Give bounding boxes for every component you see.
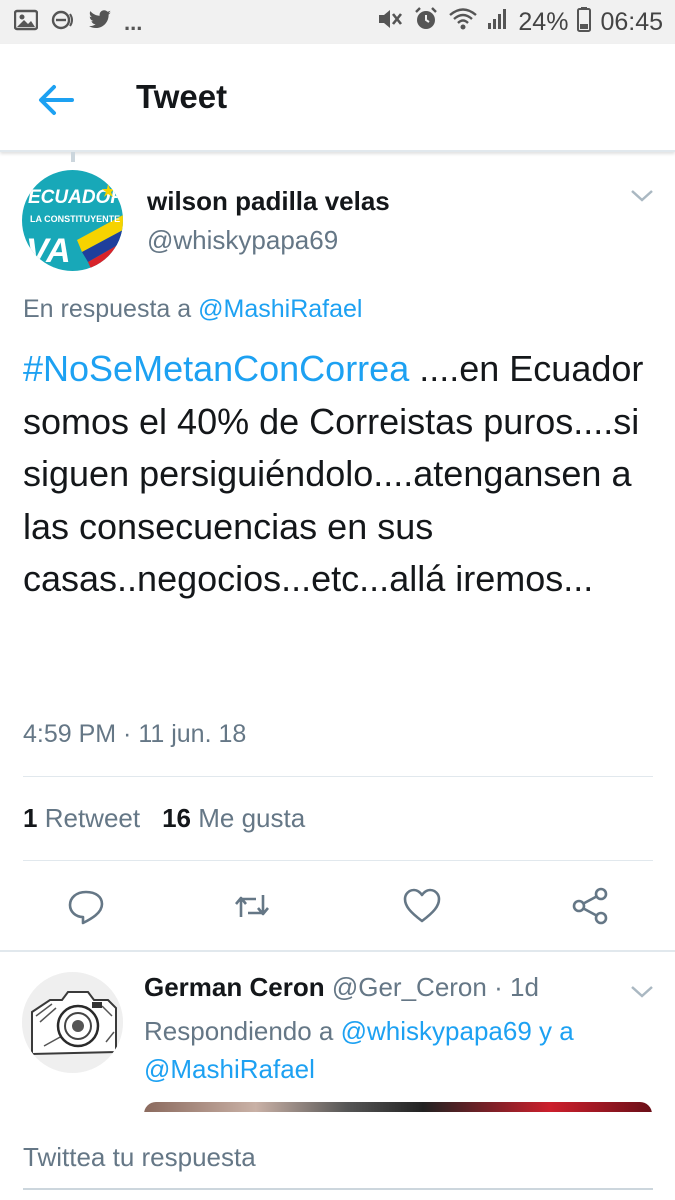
dnd-icon (50, 8, 76, 38)
chevron-down-icon[interactable] (627, 982, 657, 1002)
tweet-timestamp: 4:59 PM · 11 jun. 18 (23, 720, 247, 748)
twitter-icon (88, 10, 112, 36)
alarm-icon (413, 6, 439, 39)
retweet-icon[interactable] (232, 886, 272, 926)
tweet-stats: 1 Retweet 16 Me gusta (23, 803, 305, 834)
share-icon[interactable] (570, 886, 610, 926)
reply-to-link[interactable]: @MashiRafael (198, 295, 362, 323)
reply-context: En respuesta a @MashiRafael (23, 295, 362, 324)
retweets-count: 1 (23, 803, 38, 833)
clock: 06:45 (600, 8, 663, 36)
reply-age: 1d (510, 972, 539, 1002)
hashtag-link[interactable]: #NoSeMetanConCorrea (23, 348, 409, 389)
like-icon[interactable] (402, 886, 442, 926)
status-left: ... (13, 8, 143, 38)
replying-prefix: Respondiendo a (144, 1016, 334, 1046)
chevron-down-icon[interactable] (627, 186, 657, 206)
battery-icon (577, 6, 592, 39)
reply-author-handle[interactable]: @Ger_Ceron (332, 972, 487, 1002)
replying-user-link[interactable]: @whiskypapa69 (341, 1016, 532, 1046)
page-title: Tweet (136, 78, 228, 115)
tweet-body: #NoSeMetanConCorrea ....en Ecuador somos… (23, 343, 653, 606)
composer-underline (23, 1188, 653, 1190)
app-header: Tweet (0, 44, 675, 152)
likes-stat[interactable]: 16 Me gusta (162, 803, 305, 834)
replying-to: Respondiendo a @whiskypapa69 y a @MashiR… (144, 1012, 644, 1088)
retweets-stat[interactable]: 1 Retweet (23, 803, 140, 834)
reply-separator: · (494, 972, 503, 1002)
mute-icon (376, 6, 404, 39)
back-arrow-icon[interactable] (36, 80, 76, 120)
battery-percent: 24% (518, 8, 569, 36)
reply-composer: Twittea tu respuesta (0, 1112, 675, 1200)
avatar[interactable]: ECUADOR LA CONSTITUYENTE VA (22, 170, 123, 271)
image-icon (13, 9, 39, 37)
author-handle[interactable]: @whiskypapa69 (147, 225, 338, 256)
divider (23, 776, 653, 777)
author-name[interactable]: wilson padilla velas (147, 186, 390, 217)
reply-avatar[interactable] (22, 972, 123, 1073)
more-notifications: ... (124, 10, 143, 35)
replying-user-link[interactable]: @MashiRafael (144, 1054, 315, 1084)
reply-prefix: En respuesta a (23, 295, 192, 323)
likes-label: Me gusta (198, 803, 306, 833)
wifi-icon (448, 7, 478, 38)
divider (23, 860, 653, 861)
thread-line (71, 152, 75, 162)
signal-icon (487, 7, 509, 38)
svg-text:LA CONSTITUYENTE: LA CONSTITUYENTE (30, 214, 120, 224)
reply-icon[interactable] (66, 886, 106, 926)
retweets-label: Retweet (44, 803, 141, 833)
section-divider (0, 950, 675, 952)
reply-header: German Ceron @Ger_Ceron · 1d (144, 972, 539, 1003)
status-right: 24% 06:45 (376, 6, 663, 39)
tweet-actions (0, 878, 675, 938)
replying-and[interactable]: y a (539, 1016, 574, 1046)
reply-input[interactable]: Twittea tu respuesta (23, 1142, 256, 1173)
status-bar: ... 24% 06:45 (0, 0, 675, 44)
svg-text:VA: VA (26, 232, 71, 270)
reply-author-name[interactable]: German Ceron (144, 972, 325, 1002)
likes-count: 16 (162, 803, 192, 833)
